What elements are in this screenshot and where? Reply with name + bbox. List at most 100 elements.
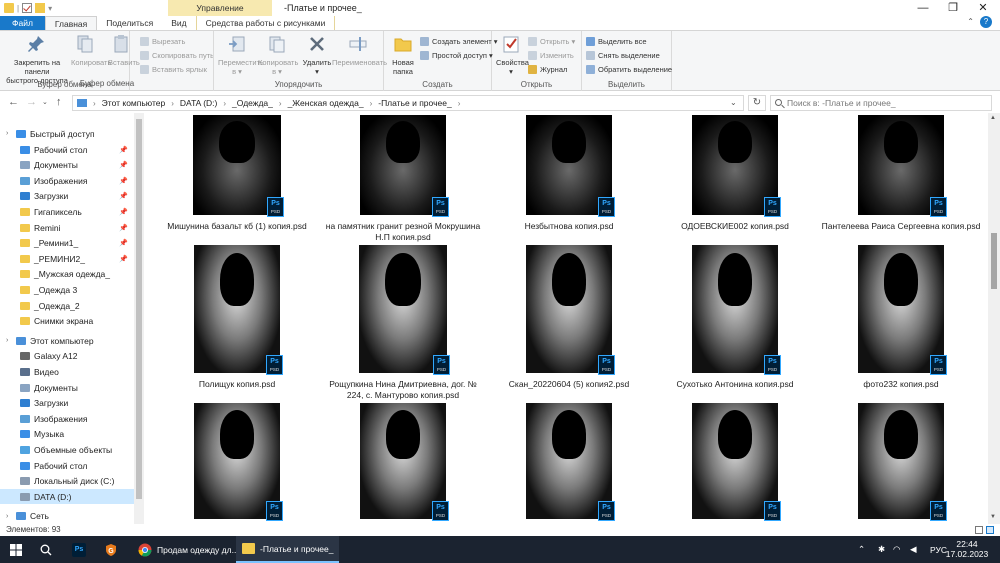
pin-icon[interactable]: 📌	[119, 161, 128, 169]
nav-scrollbar[interactable]	[134, 113, 144, 524]
scroll-up-icon[interactable]: ▲	[990, 115, 996, 121]
forward-arrow-icon[interactable]: →	[26, 96, 37, 108]
details-view-icon[interactable]	[975, 526, 983, 534]
shield-app-taskbar-button[interactable]: G	[104, 536, 118, 563]
expand-chevron-icon[interactable]: ›	[6, 130, 8, 137]
file-item[interactable]: Ps PSD на памятник гранит резной Мокрушина…	[320, 115, 486, 251]
nav-quick-item[interactable]: Документы 📌	[0, 158, 134, 173]
nav-quick-item[interactable]: Рабочий стол 📌	[0, 142, 134, 157]
nav-quick-item[interactable]: _Мужская одежда_	[0, 267, 134, 282]
file-item[interactable]: Ps PSD Мишунина базальт кб (1) копия.psd	[154, 115, 320, 251]
file-item[interactable]: Ps PSD фото232 копия.psd	[818, 245, 984, 409]
refresh-icon[interactable]: ↻	[748, 95, 766, 111]
expand-chevron-icon[interactable]: ›	[6, 337, 8, 344]
nav-quick-item[interactable]: _РЕМИНИ2_ 📌	[0, 251, 134, 266]
nav-quick-item[interactable]: Remini 📌	[0, 220, 134, 235]
nav-pc-item[interactable]: Музыка	[0, 427, 134, 442]
pin-icon[interactable]: 📌	[119, 208, 128, 216]
nav-quick-item[interactable]: Гигапиксель 📌	[0, 204, 134, 219]
delete-dropdown-icon[interactable]: ▾	[302, 67, 332, 76]
new-folder-button[interactable]: Новая папка	[388, 34, 418, 76]
file-item[interactable]: Ps PSD ОДОЕВСКИЕ002 копия.psd	[652, 115, 818, 251]
file-item[interactable]: Ps PSD	[486, 403, 652, 524]
nav-pc-item[interactable]: Рабочий стол	[0, 458, 134, 473]
file-item[interactable]: Ps PSD	[154, 403, 320, 524]
pin-icon[interactable]: 📌	[119, 177, 128, 185]
easy-access-button[interactable]: Простой доступ ▾	[420, 50, 493, 61]
nav-quick-item[interactable]: Изображения 📌	[0, 173, 134, 188]
file-item[interactable]: Ps PSD Пантелеева Раиса Сергеевна копия.ps…	[818, 115, 984, 251]
copy-button[interactable]: Копировать	[71, 34, 111, 67]
nav-network[interactable]: › Сеть	[0, 509, 134, 524]
nav-pc-item[interactable]: Объемные объекты	[0, 442, 134, 457]
content-scrollbar[interactable]: ▲ ▼	[988, 113, 1000, 524]
nav-pc-item[interactable]: Документы	[0, 380, 134, 395]
nav-scrollbar-thumb[interactable]	[136, 119, 142, 499]
file-item[interactable]: Ps PSD	[818, 403, 984, 524]
help-icon[interactable]: ?	[980, 16, 992, 28]
tab-share[interactable]: Поделиться	[97, 16, 162, 30]
up-arrow-icon[interactable]: ↑	[56, 96, 62, 108]
properties-dropdown-icon[interactable]: ▾	[496, 67, 526, 76]
edit-button[interactable]: Изменить	[528, 50, 574, 61]
new-folder-icon[interactable]	[35, 3, 46, 13]
pin-quick-access-button[interactable]: Закрепить на панели быстрого доступа	[2, 34, 72, 85]
rename-button[interactable]: Переименовать	[332, 34, 387, 67]
bluetooth-icon[interactable]: ✱	[878, 536, 885, 563]
close-button[interactable]: ✕	[968, 0, 998, 16]
file-item[interactable]: Ps PSD Полищук копия.psd	[154, 245, 320, 409]
explorer-taskbar-button[interactable]: -Платье и прочее_	[236, 536, 340, 563]
file-item[interactable]: Ps PSD Скан_20220604 (5) копия2.psd	[486, 245, 652, 409]
pin-icon[interactable]: 📌	[119, 192, 128, 200]
wifi-icon[interactable]: ◠	[893, 536, 900, 563]
tab-picture-tools[interactable]: Средства работы с рисунками	[195, 16, 336, 30]
breadcrumb-data-d[interactable]: DATA (D:)	[180, 98, 217, 108]
photoshop-taskbar-button[interactable]: Ps	[72, 536, 86, 563]
pin-icon[interactable]: 📌	[119, 224, 128, 232]
nav-quick-item[interactable]: _Одежда_2	[0, 298, 134, 313]
address-dropdown-icon[interactable]: ⌄	[730, 95, 737, 111]
pin-icon[interactable]: 📌	[119, 239, 128, 247]
content-scrollbar-thumb[interactable]	[991, 233, 997, 289]
properties-icon[interactable]	[22, 3, 33, 13]
address-bar[interactable]: › Этот компьютер › DATA (D:) › _Одежда_ …	[72, 95, 744, 111]
file-item[interactable]: Ps PSD Незбытнова копия.psd	[486, 115, 652, 251]
nav-pc-item[interactable]: Galaxy A12	[0, 349, 134, 364]
history-button[interactable]: Журнал	[528, 64, 567, 75]
delete-button[interactable]: Удалить ▾	[302, 34, 332, 76]
minimize-button[interactable]: —	[908, 0, 938, 16]
start-button[interactable]	[10, 536, 22, 563]
tab-file[interactable]: Файл	[0, 16, 45, 30]
invert-selection-button[interactable]: Обратить выделение	[586, 64, 672, 75]
expand-chevron-icon[interactable]: ›	[6, 513, 8, 520]
move-to-button[interactable]: Переместить в ▾	[218, 34, 264, 76]
file-item[interactable]: Ps PSD Сухотько Антонина копия.psd	[652, 245, 818, 409]
tab-view[interactable]: Вид	[162, 16, 195, 30]
pin-icon[interactable]: 📌	[119, 255, 128, 263]
file-item[interactable]: Ps PSD Рощупкина Нина Дмитриевна, дог. № 2…	[320, 245, 486, 409]
clock[interactable]: 22:44 17.02.2023	[944, 539, 990, 559]
open-button[interactable]: Открыть ▾	[528, 36, 575, 47]
nav-pc-item[interactable]: DATA (D:)	[0, 489, 134, 505]
search-input[interactable]: Поиск в: -Платье и прочее_	[770, 95, 992, 111]
properties-button[interactable]: Свойства ▾	[496, 34, 529, 76]
nav-this-pc[interactable]: › Этот компьютер	[0, 333, 134, 348]
select-all-button[interactable]: Выделить все	[586, 36, 647, 47]
tab-home[interactable]: Главная	[44, 16, 98, 30]
breadcrumb-clothing[interactable]: _Одежда_	[232, 98, 273, 108]
breadcrumb-dresses[interactable]: -Платье и прочее_	[378, 98, 451, 108]
chrome-taskbar-button[interactable]: Продам одежду дл...	[132, 536, 245, 563]
recent-chevron-icon[interactable]: ⌄	[42, 98, 48, 106]
manage-context-tab[interactable]: Управление	[168, 0, 272, 16]
volume-icon[interactable]: ◀	[910, 536, 917, 563]
chevron-up-icon[interactable]: ⌃	[967, 17, 974, 26]
back-arrow-icon[interactable]: ←	[8, 96, 19, 108]
nav-quick-item[interactable]: _Ремини1_ 📌	[0, 236, 134, 251]
folder-icon[interactable]	[4, 3, 14, 13]
nav-pc-item[interactable]: Видео	[0, 364, 134, 379]
file-item[interactable]: Ps PSD	[320, 403, 486, 524]
scroll-down-icon[interactable]: ▼	[990, 514, 996, 520]
file-item[interactable]: Ps PSD	[652, 403, 818, 524]
nav-pc-item[interactable]: Локальный диск (C:)	[0, 474, 134, 489]
nav-quick-item[interactable]: _Одежда 3	[0, 282, 134, 297]
